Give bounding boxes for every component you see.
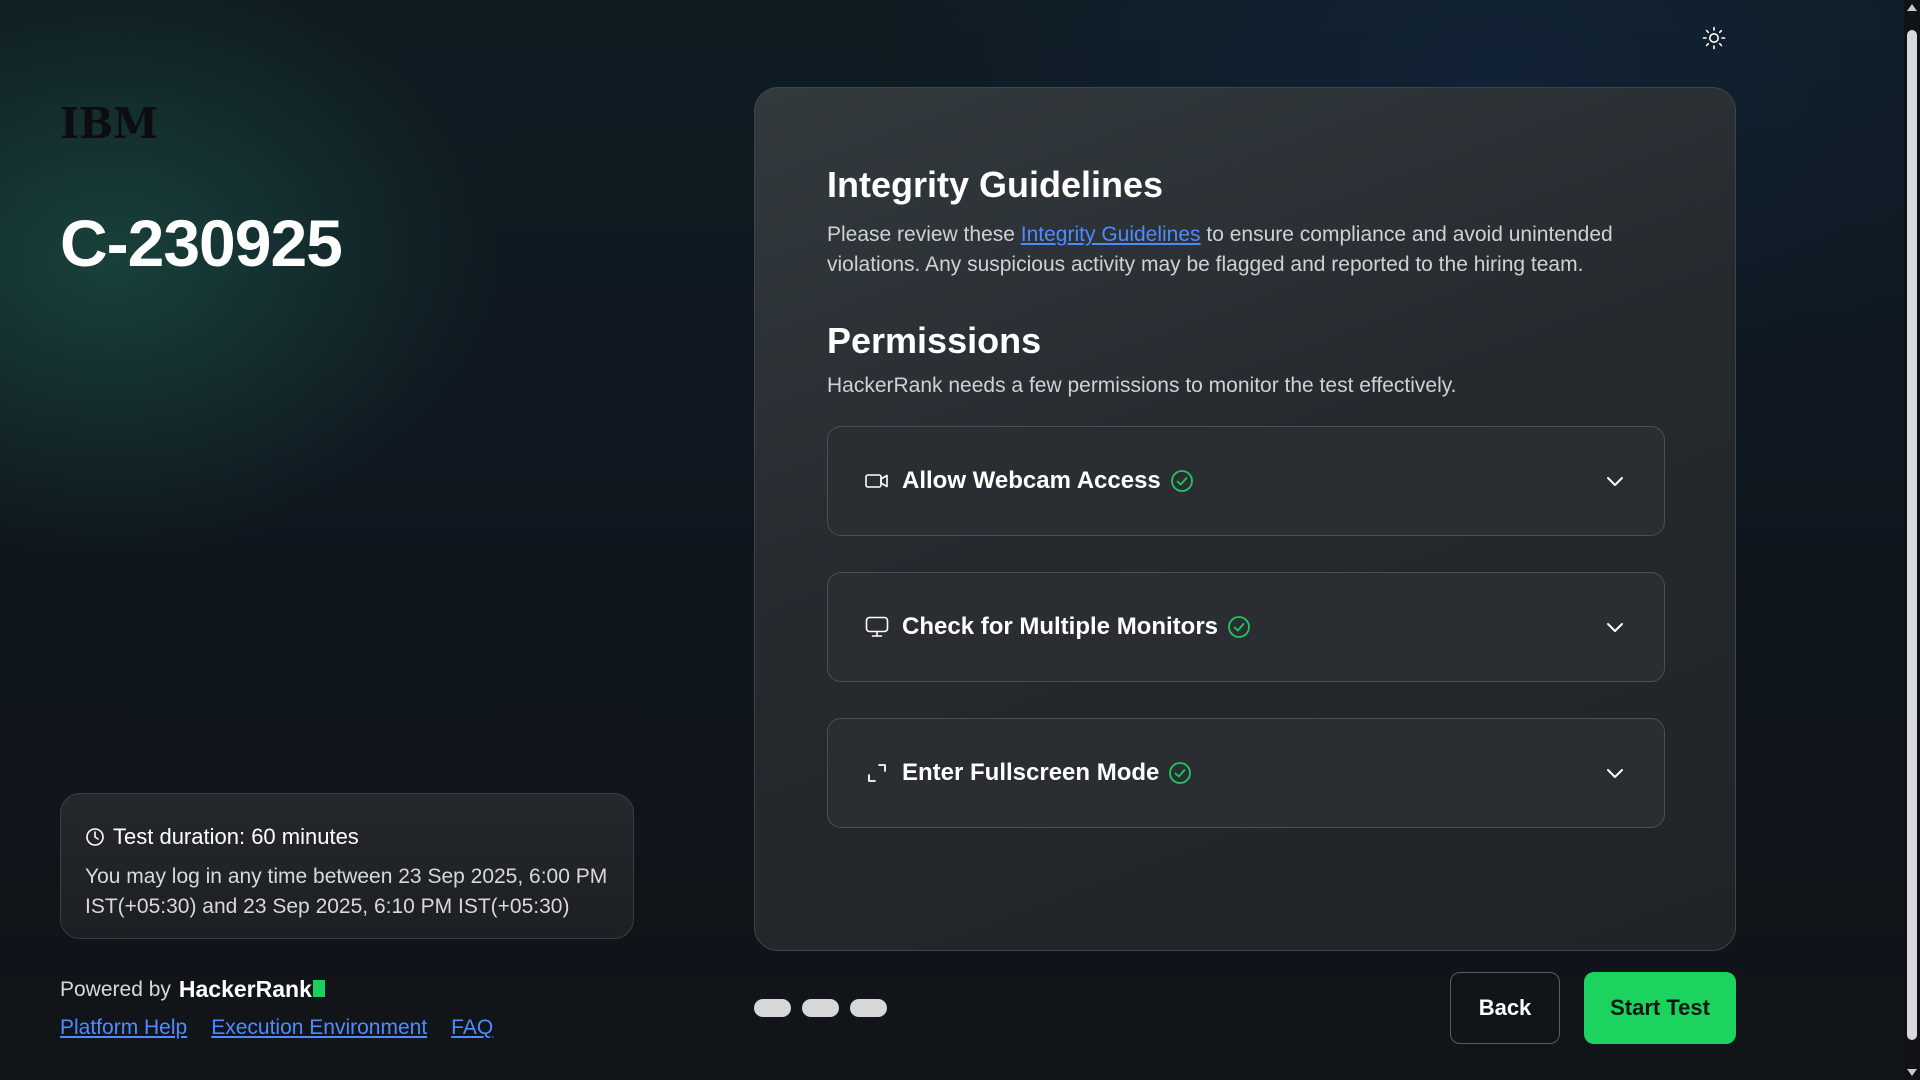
permission-label: Check for Multiple Monitors xyxy=(902,613,1219,640)
clock-icon xyxy=(86,828,104,846)
fullscreen-icon xyxy=(864,760,890,786)
test-title: C-230925 xyxy=(60,206,343,280)
permission-webcam[interactable]: Allow Webcam Access xyxy=(827,426,1665,536)
powered-by: Powered by HackerRank xyxy=(60,976,325,1003)
chevron-down-icon[interactable] xyxy=(1602,614,1628,640)
test-duration: Test duration: 60 minutes xyxy=(85,824,609,850)
duration-text: Test duration: 60 minutes xyxy=(113,824,359,849)
permission-multiple-monitors[interactable]: Check for Multiple Monitors xyxy=(827,572,1665,682)
powered-by-label: Powered by xyxy=(60,977,171,1001)
chevron-down-icon[interactable] xyxy=(1602,760,1628,786)
monitor-icon xyxy=(864,614,890,640)
permissions-title: Permissions xyxy=(827,320,1042,361)
brand-name: HackerRank xyxy=(178,976,312,1002)
guidelines-text-pre: Please review these xyxy=(827,223,1021,246)
footer-links: Platform Help Execution Environment FAQ xyxy=(60,1016,493,1040)
permission-label: Enter Fullscreen Mode xyxy=(902,759,1160,786)
scroll-up-arrow[interactable] xyxy=(1907,4,1917,11)
login-window-text: You may log in any time between 23 Sep 2… xyxy=(85,865,608,918)
test-info-card: Test duration: 60 minutes You may log in… xyxy=(60,793,634,939)
permission-label: Allow Webcam Access xyxy=(902,467,1161,494)
page-scrollbar[interactable] xyxy=(1904,0,1920,1080)
chevron-down-icon[interactable] xyxy=(1602,468,1628,494)
theme-toggle-button[interactable] xyxy=(1700,24,1728,52)
platform-help-link[interactable]: Platform Help xyxy=(60,1016,187,1040)
step-dot-2 xyxy=(802,999,839,1017)
scroll-down-arrow[interactable] xyxy=(1907,1069,1917,1076)
start-test-button[interactable]: Start Test xyxy=(1584,972,1736,1044)
check-circle-icon xyxy=(1226,614,1252,640)
check-circle-icon xyxy=(1167,760,1193,786)
integrity-guidelines-link[interactable]: Integrity Guidelines xyxy=(1021,223,1201,246)
execution-environment-link[interactable]: Execution Environment xyxy=(211,1016,427,1040)
guidelines-text: Please review these Integrity Guidelines… xyxy=(827,220,1663,280)
guidelines-panel: Integrity Guidelines Please review these… xyxy=(754,87,1736,951)
step-dot-3 xyxy=(850,999,887,1017)
hackerrank-logo: HackerRank xyxy=(179,976,325,1003)
permissions-list: Allow Webcam Access Check for Multiple M… xyxy=(827,426,1665,828)
faq-link[interactable]: FAQ xyxy=(451,1016,493,1040)
check-circle-icon xyxy=(1169,468,1195,494)
svg-text:IBM: IBM xyxy=(60,102,158,142)
back-button[interactable]: Back xyxy=(1450,972,1560,1044)
guidelines-title: Integrity Guidelines xyxy=(827,164,1164,205)
brand-mark xyxy=(312,980,325,997)
webcam-icon xyxy=(864,468,890,494)
permissions-text: HackerRank needs a few permissions to mo… xyxy=(827,374,1457,397)
step-indicator xyxy=(754,999,887,1017)
company-logo: IBM IBM xyxy=(60,99,160,148)
step-dot-1 xyxy=(754,999,791,1017)
scroll-thumb[interactable] xyxy=(1907,30,1917,1040)
sun-icon xyxy=(1702,26,1726,50)
permission-fullscreen[interactable]: Enter Fullscreen Mode xyxy=(827,718,1665,828)
